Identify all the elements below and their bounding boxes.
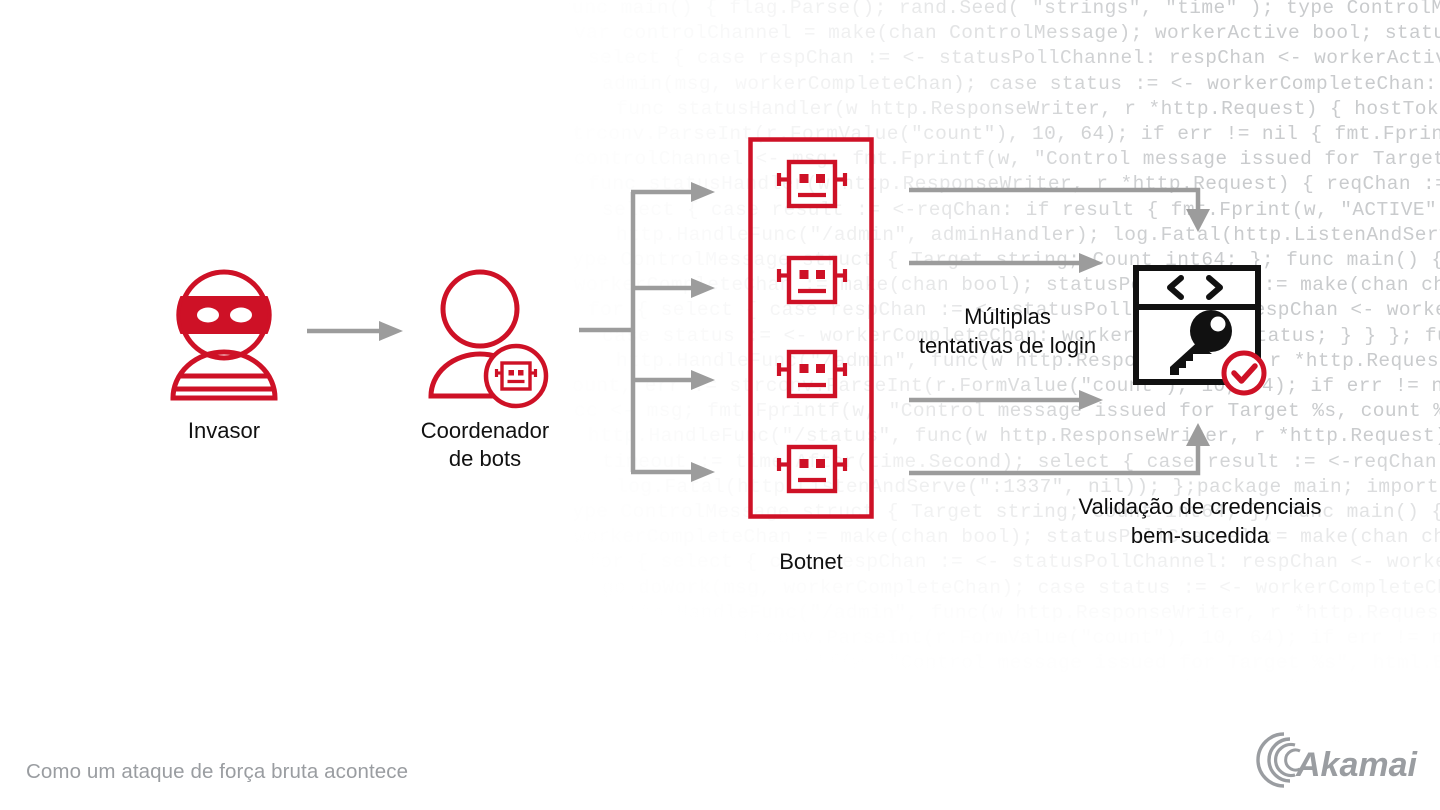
arrow-login-attempt-2 <box>909 253 1103 273</box>
check-circle-icon <box>1221 350 1267 396</box>
browser-window-key-icon <box>1133 265 1267 396</box>
successful-validation-label-line2: bem-sucedida <box>1130 523 1270 548</box>
successful-validation-label-line1: Validação de credenciais <box>1078 494 1322 519</box>
person-with-bot-badge-icon <box>428 269 549 409</box>
login-attempts-label-line2: tentativas de login <box>918 333 1097 358</box>
arrow-login-attempt-1 <box>909 187 1210 232</box>
bot-coordinator-label-line2: de bots <box>448 446 522 471</box>
arrow-successful-validation <box>909 423 1210 476</box>
botnet-node <box>748 137 874 519</box>
brute-force-attack-diagram: Invasor Coordenador de bots Botnet Múlti… <box>0 0 1440 810</box>
infographic-canvas: func main() { flag.Parse(); rand.Seed( "… <box>0 0 1440 810</box>
login-attempts-label: Múltiplas tentativas de login <box>880 302 1135 360</box>
botnet-container <box>748 137 874 519</box>
robot-face-icon <box>776 255 848 305</box>
robot-face-icon <box>776 444 848 494</box>
target-server-node <box>1133 265 1273 396</box>
arrow-attacker-to-coordinator <box>307 321 403 341</box>
masked-attacker-icon <box>170 269 278 401</box>
attacker-label: Invasor <box>187 418 261 443</box>
fanout-arrows-coordinator-to-botnet <box>579 182 715 482</box>
login-attempts-label-line1: Múltiplas <box>964 304 1051 329</box>
bot-coordinator-node <box>428 268 549 409</box>
successful-validation-label: Validação de credenciais bem-sucedida <box>1005 492 1395 550</box>
robot-face-icon <box>776 349 848 399</box>
bot-coordinator-label: Coordenador de bots <box>394 417 576 473</box>
robot-face-icon <box>776 159 848 209</box>
attacker-node <box>165 268 283 401</box>
botnet-label: Botnet <box>779 549 843 574</box>
bot-coordinator-label-line1: Coordenador <box>420 418 550 443</box>
